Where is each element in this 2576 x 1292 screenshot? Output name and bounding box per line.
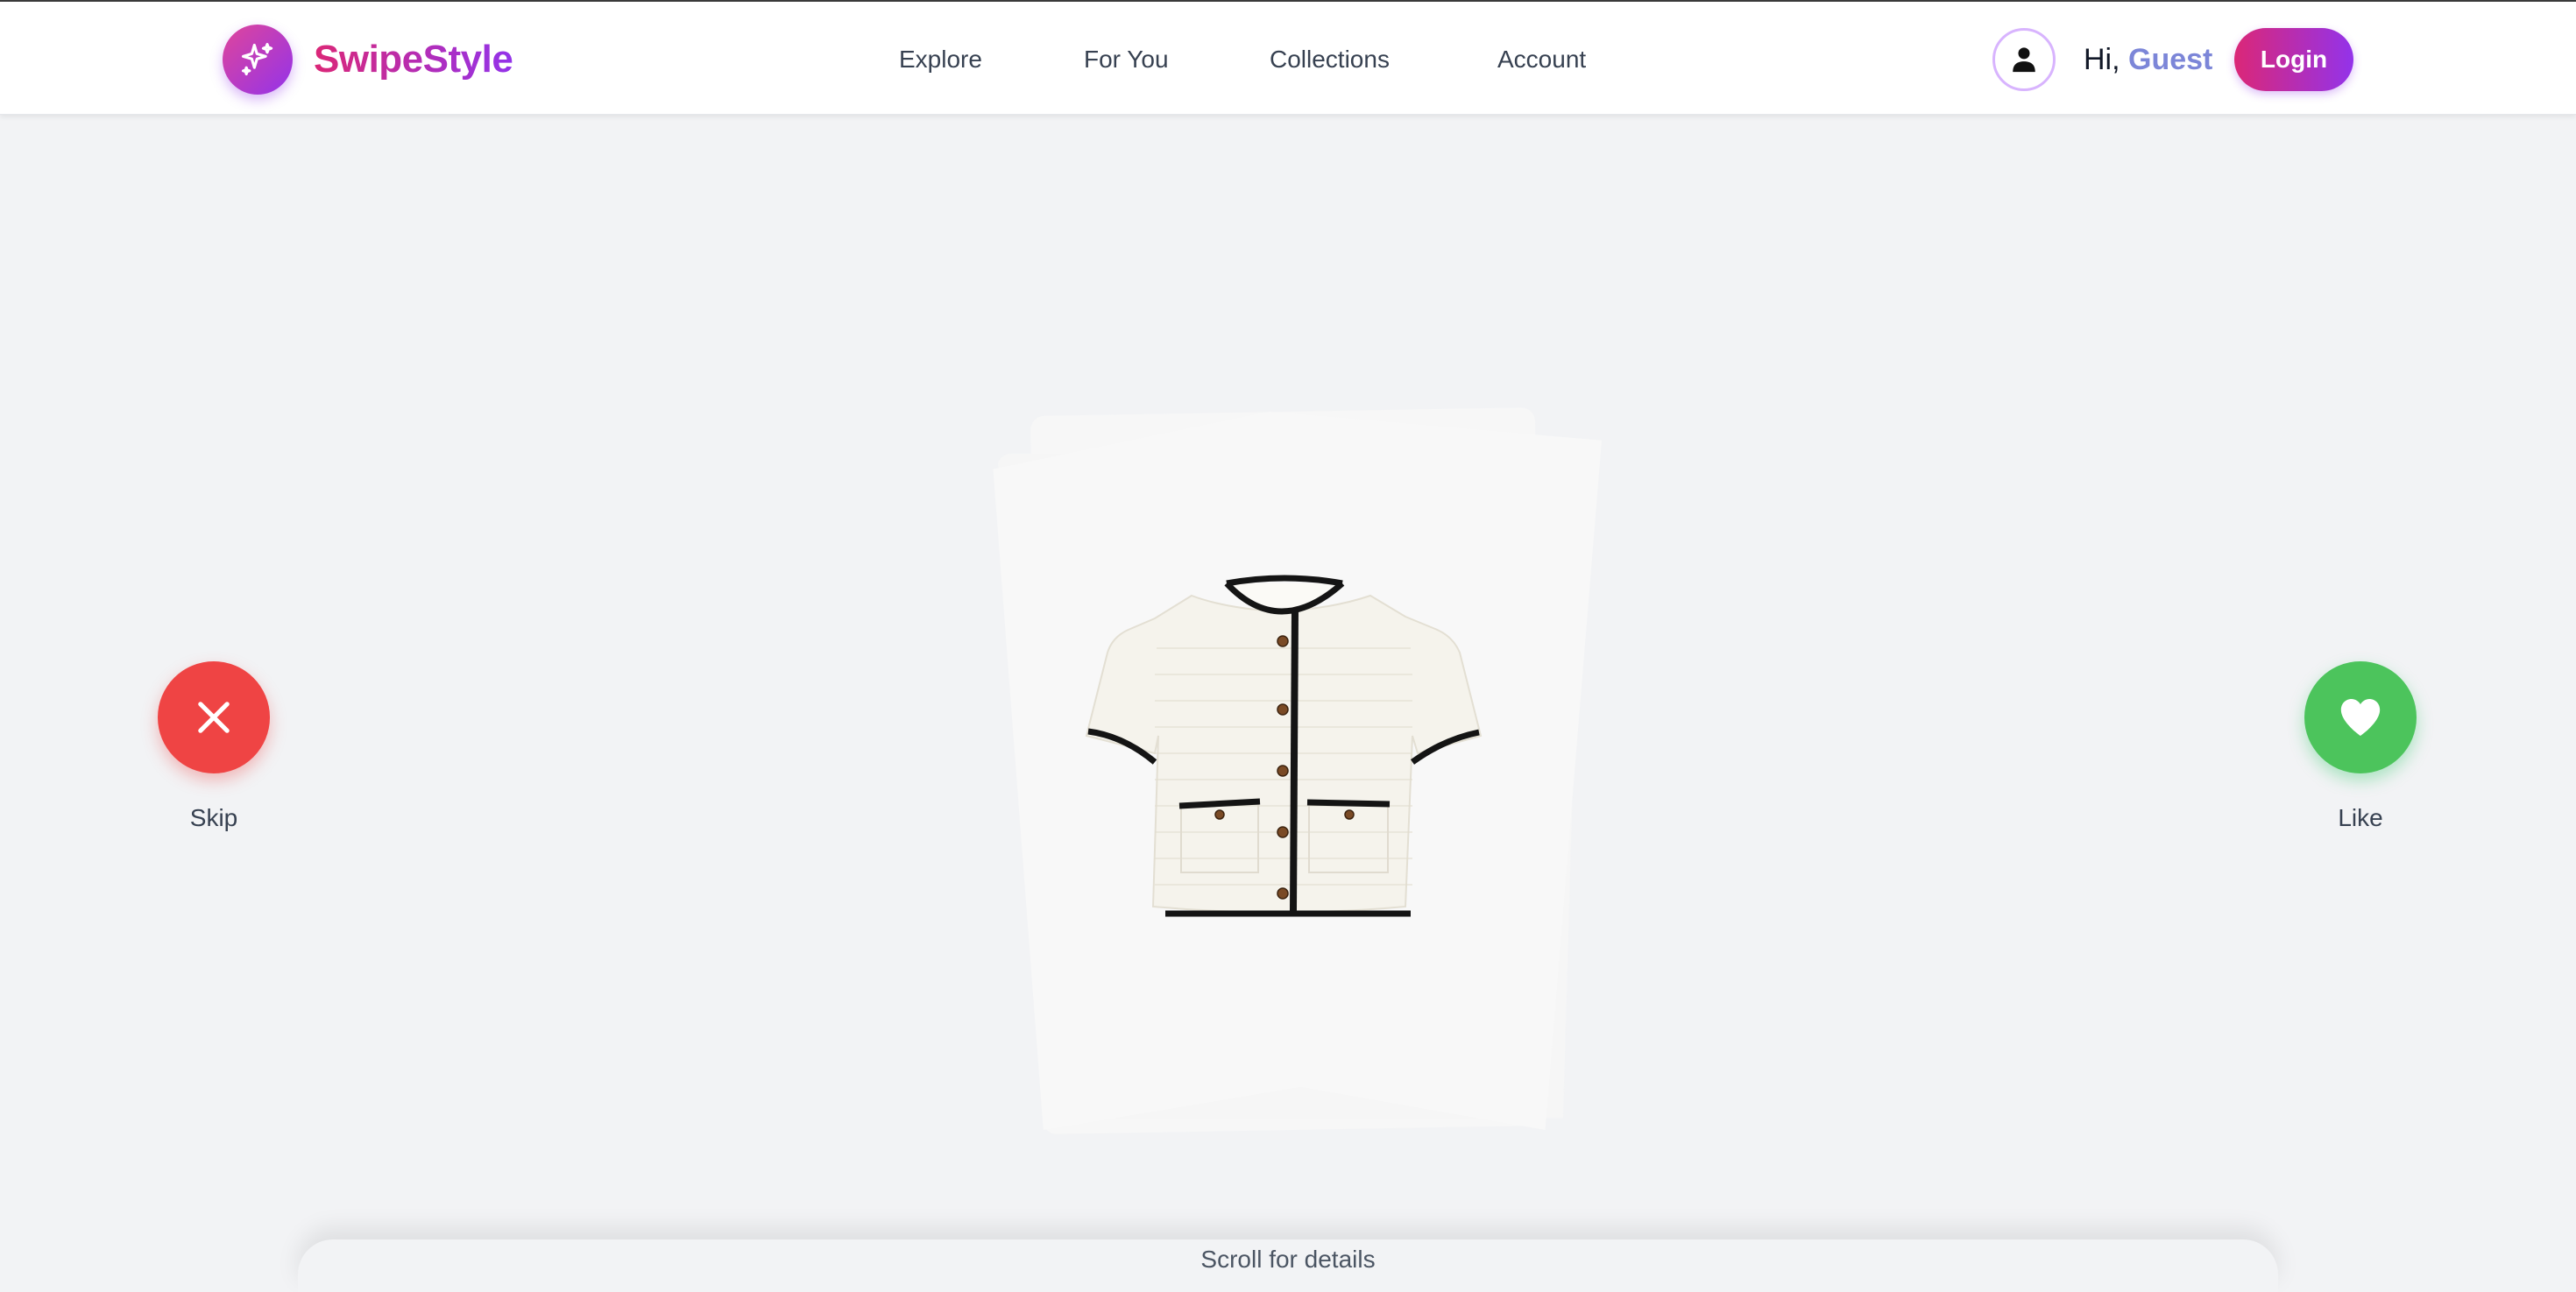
sparkles-icon xyxy=(238,40,277,79)
skip-label: Skip xyxy=(158,802,270,834)
guest-name: Guest xyxy=(2128,43,2212,76)
brand-logo-badge[interactable] xyxy=(223,25,293,95)
like-button[interactable] xyxy=(2304,661,2417,773)
skip-button[interactable] xyxy=(158,661,270,773)
top-navigation-bar: SwipeStyle Explore For You Collections A… xyxy=(0,0,2576,115)
heart-icon xyxy=(2336,693,2385,742)
nav-item-account[interactable]: Account xyxy=(1497,42,1586,77)
user-icon xyxy=(2009,45,2039,74)
nav-item-for-you[interactable]: For You xyxy=(1084,42,1169,77)
scroll-for-details-hint[interactable]: Scroll for details xyxy=(0,1242,2576,1277)
brand-name[interactable]: SwipeStyle xyxy=(314,35,513,84)
close-icon xyxy=(191,695,237,740)
nav-item-collections[interactable]: Collections xyxy=(1270,42,1390,77)
greeting-prefix: Hi, xyxy=(2084,43,2120,76)
user-greeting: Hi, Guest xyxy=(2084,40,2212,79)
user-avatar[interactable] xyxy=(1992,28,2056,91)
login-button[interactable]: Login xyxy=(2234,28,2353,91)
cardigan-image xyxy=(1069,569,1498,937)
nav-item-explore[interactable]: Explore xyxy=(899,42,982,77)
like-label: Like xyxy=(2304,802,2417,834)
